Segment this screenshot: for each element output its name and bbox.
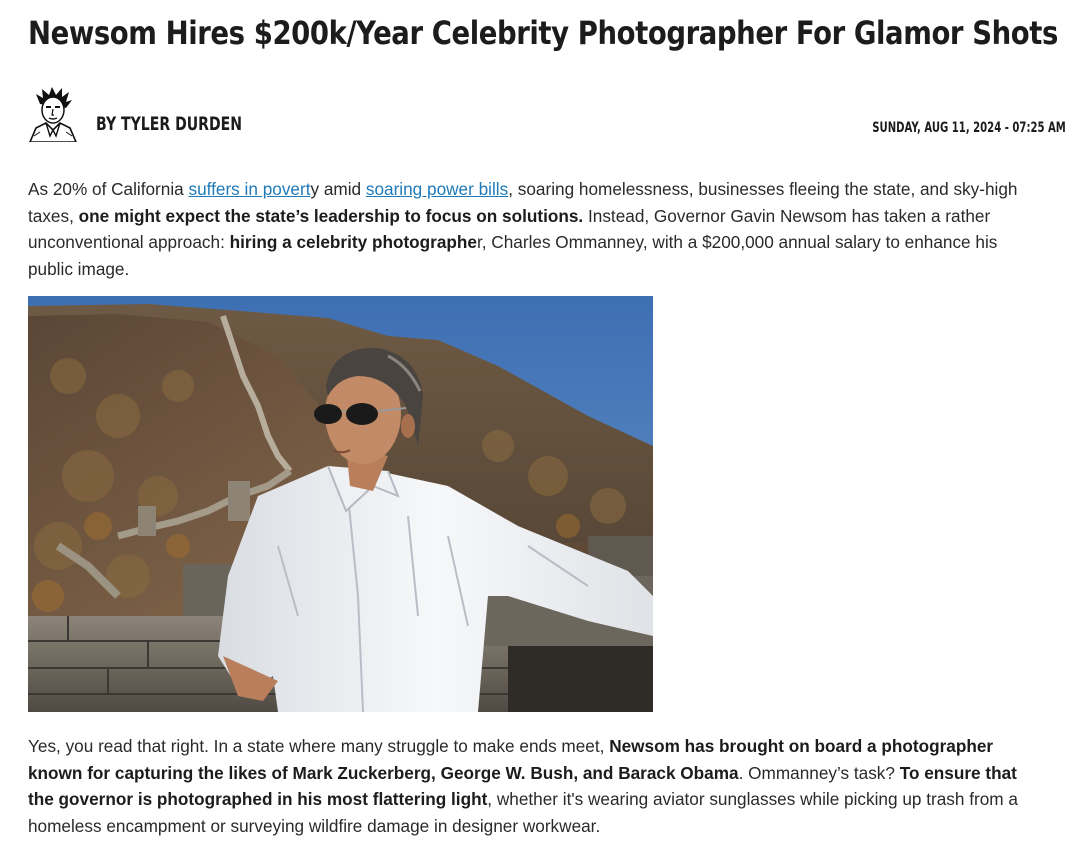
article-paragraph-2: Yes, you read that right. In a state whe… xyxy=(28,733,1038,839)
para1-text-2: y amid xyxy=(310,179,366,199)
author-name[interactable]: BY TYLER DURDEN xyxy=(96,113,242,135)
article-photo[interactable] xyxy=(28,296,653,712)
para1-bold-2: hiring a celebrity photographe xyxy=(229,232,477,252)
byline: BY TYLER DURDEN SUNDAY, AUG 11, 2024 - 0… xyxy=(28,86,1066,143)
para2-text-1: Yes, you read that right. In a state whe… xyxy=(28,736,610,756)
author-avatar-icon[interactable] xyxy=(28,86,78,143)
para1-text-1: As 20% of California xyxy=(28,179,189,199)
article-paragraph-1: As 20% of California suffers in poverty … xyxy=(28,176,1038,282)
para1-bold-1: one might expect the state’s leadership … xyxy=(78,205,584,226)
power-bills-link[interactable]: soaring power bills xyxy=(366,179,508,199)
para2-text-2: . Ommanney’s task? xyxy=(738,762,900,783)
article-title: Newsom Hires $200k/Year Celebrity Photog… xyxy=(28,14,1058,52)
poverty-link[interactable]: suffers in povert xyxy=(189,179,311,199)
publish-date: SUNDAY, AUG 11, 2024 - 07:25 AM xyxy=(872,120,1066,136)
